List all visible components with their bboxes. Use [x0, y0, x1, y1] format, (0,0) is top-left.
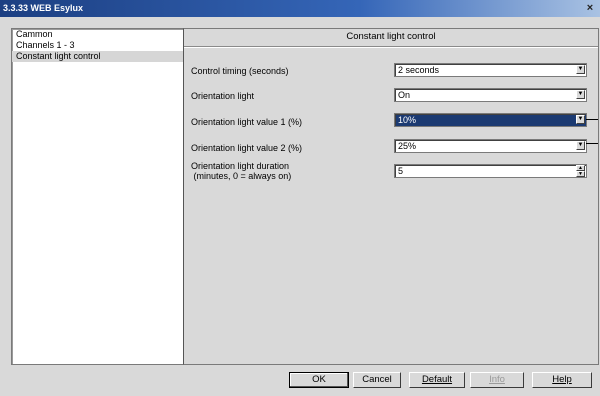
window-title: 3.3.33 WEB Esylux — [3, 3, 84, 13]
callout-line — [586, 143, 598, 144]
spinner-buttons: ▲ ▼ — [576, 165, 585, 177]
spin-down-icon[interactable]: ▼ — [576, 171, 585, 177]
panel-title: Constant light control — [346, 31, 436, 42]
orientation-light-value: On — [398, 90, 411, 100]
chevron-down-icon[interactable]: ▼ — [576, 115, 585, 124]
orientation-value-1-dropdown[interactable]: 10% ▼ — [394, 113, 587, 127]
orientation-value-1-value: 10% — [398, 115, 417, 125]
orientation-value-2-value: 25% — [398, 141, 417, 151]
orientation-value-2-dropdown[interactable]: 25% ▼ — [394, 139, 587, 153]
close-icon[interactable]: × — [584, 2, 596, 14]
orientation-duration-spinner[interactable]: 5 ▲ ▼ — [394, 164, 587, 178]
control-timing-value: 2 seconds — [398, 65, 440, 75]
cancel-button[interactable]: Cancel — [353, 372, 401, 388]
param-label-control-timing: Control timing (seconds) — [191, 66, 289, 76]
orientation-light-dropdown[interactable]: On ▼ — [394, 88, 587, 102]
chevron-down-icon[interactable]: ▼ — [576, 141, 585, 150]
param-label-orientation-light: Orientation light — [191, 91, 255, 101]
param-label-line-1: Orientation light duration — [191, 161, 290, 171]
parameter-tree: Cammon Channels 1 - 3 Constant light con… — [11, 28, 185, 365]
chevron-down-icon[interactable]: ▼ — [576, 90, 585, 99]
param-label-orientation-value-2: Orientation light value 2 (%) — [191, 143, 303, 153]
param-label-orientation-duration: Orientation light duration (minutes, 0 =… — [191, 161, 291, 181]
sidebar-item-channels[interactable]: Channels 1 - 3 — [12, 40, 184, 51]
control-timing-dropdown[interactable]: 2 seconds ▼ — [394, 63, 587, 77]
dialog-window: 3.3.33 WEB Esylux × Cammon Channels 1 - … — [0, 0, 600, 396]
orientation-duration-value[interactable]: 5 — [398, 166, 403, 176]
info-button[interactable]: Info — [470, 372, 524, 388]
help-button[interactable]: Help — [532, 372, 592, 388]
ok-button[interactable]: OK — [289, 372, 349, 388]
param-label-orientation-value-1: Orientation light value 1 (%) — [191, 117, 303, 127]
panel-divider — [184, 46, 598, 48]
default-button[interactable]: Default — [409, 372, 465, 388]
parameter-panel: Constant light control Control timing (s… — [183, 28, 599, 365]
callout-line — [586, 119, 598, 120]
sidebar-item-cammon[interactable]: Cammon — [12, 29, 184, 40]
title-bar[interactable]: 3.3.33 WEB Esylux × — [0, 0, 600, 17]
sidebar-item-constant-light-control[interactable]: Constant light control — [12, 51, 184, 62]
param-label-line-2: (minutes, 0 = always on) — [191, 171, 292, 181]
chevron-down-icon[interactable]: ▼ — [576, 65, 585, 74]
